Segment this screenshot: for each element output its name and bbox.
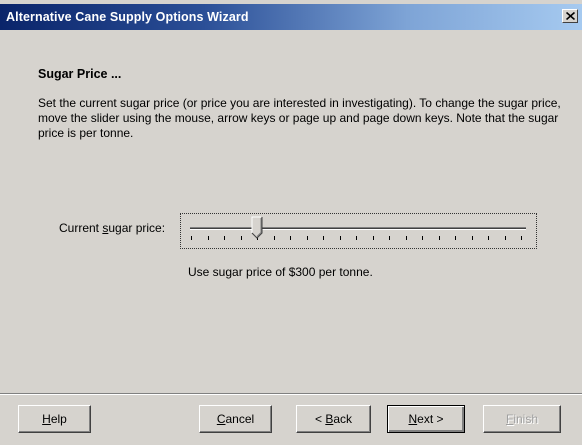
title-bar[interactable]: Alternative Cane Supply Options Wizard [0,4,582,30]
help-button[interactable]: Help [18,405,91,433]
finish-button: Finish [483,405,561,433]
sugar-price-label: Current sugar price: [59,221,166,235]
window-title: Alternative Cane Supply Options Wizard [6,10,249,24]
price-caption: Use sugar price of $300 per tonne. [188,265,373,279]
slider-track-area[interactable] [181,214,536,248]
button-separator [0,393,582,395]
sugar-price-slider[interactable] [180,213,537,249]
slider-thumb[interactable] [251,216,263,239]
close-button[interactable] [562,9,578,23]
cancel-button[interactable]: Cancel [199,405,272,433]
page-description: Set the current sugar price (or price yo… [38,96,561,140]
back-button[interactable]: < Back [296,405,371,433]
page-heading: Sugar Price ... [38,67,122,81]
wizard-window: Alternative Cane Supply Options Wizard S… [0,0,582,445]
close-icon [566,12,575,20]
next-button[interactable]: Next > [387,405,465,433]
